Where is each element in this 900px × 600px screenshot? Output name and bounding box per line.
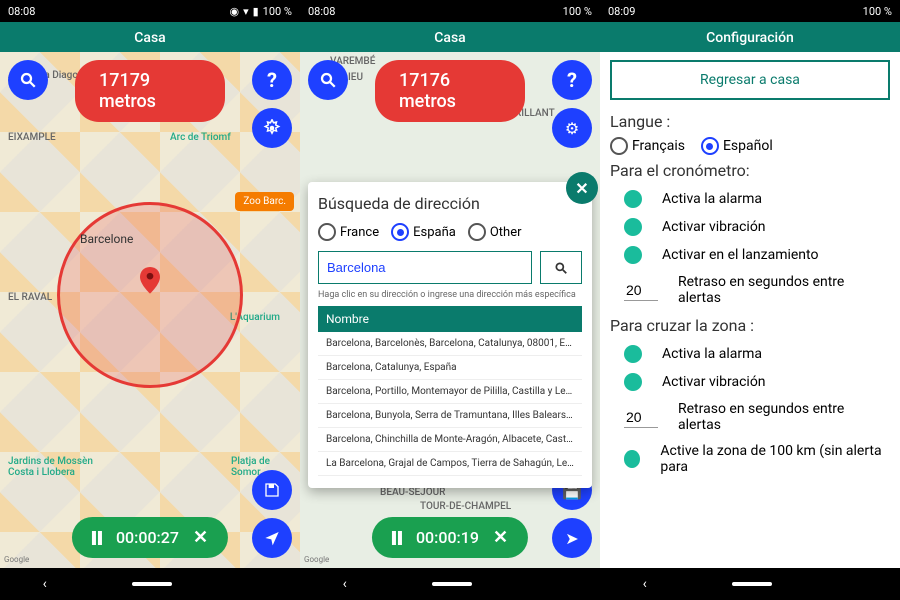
status-bar: 08:09 100 % [600, 0, 900, 22]
section-zone: Para cruzar la zona : [610, 316, 890, 335]
lang-radio-fr[interactable]: Français [610, 137, 685, 155]
delay-label: Retraso en segundos entre alertas [678, 401, 890, 433]
location-icon: ◉ [229, 5, 239, 18]
results-header: Nombre [318, 306, 582, 332]
pin-city-label: Barcelone [80, 232, 133, 246]
toggle-label: Activar vibración [662, 219, 766, 235]
android-nav-bar: ‹ [600, 568, 900, 600]
settings-button[interactable]: ⚙ [552, 108, 592, 148]
locate-button[interactable]: ➤ [552, 518, 592, 558]
result-item[interactable]: Barcelona, Portillo, Montemayor de Pilil… [318, 380, 582, 404]
timer-close-icon[interactable]: ✕ [193, 527, 208, 548]
map-canvas[interactable]: EIXAMPLE EL RAVAL Arc de Triomf Avinguda… [0, 52, 300, 568]
result-item[interactable]: La Barcelona, Grajal de Campos, Tierra d… [318, 452, 582, 476]
battery-icon: ▮ [253, 5, 259, 18]
battery-pct: 100 % [563, 5, 592, 18]
screen-map-search: 08:08 100 % Casa CHANDIEU VALAIS MONTBRI… [300, 0, 600, 600]
distance-pill: 17179 metros [75, 60, 225, 122]
home-icon[interactable] [432, 582, 472, 586]
toggle-zone-vibration[interactable] [624, 373, 642, 391]
battery-pct: 100 % [863, 5, 892, 18]
poi-label: Arc de Triomf [170, 132, 231, 143]
toggle-label: Activar en el lanzamiento [662, 247, 818, 263]
address-search-dialog: ✕ Búsqueda de dirección France España Ot… [308, 182, 592, 488]
lang-radio-es[interactable]: Español [701, 137, 773, 155]
result-item[interactable]: Barcelona, Bunyola, Serra de Tramuntana,… [318, 404, 582, 428]
toggle-label: Activa la alarma [662, 346, 762, 362]
clock: 08:08 [8, 5, 35, 18]
screen-settings: 08:09 100 % Configuración Regresar a cas… [600, 0, 900, 600]
result-item[interactable]: Barcelona, Chinchilla de Monte-Aragón, A… [318, 428, 582, 452]
geofence-circle [57, 202, 243, 388]
timer-pill: 00:00:19 ✕ [372, 517, 528, 558]
map-attribution: Google [304, 555, 329, 564]
clock: 08:08 [308, 5, 335, 18]
toggle-label: Activa la alarma [662, 191, 762, 207]
result-item[interactable]: Barcelona, Barcelonès, Barcelona, Catalu… [318, 332, 582, 356]
settings-button[interactable] [252, 108, 292, 148]
delay-input[interactable] [624, 280, 658, 301]
toggle-alarm[interactable] [624, 190, 642, 208]
timer-value: 00:00:27 [116, 528, 179, 547]
timer-value: 00:00:19 [416, 528, 479, 547]
home-icon[interactable] [132, 582, 172, 586]
country-radio-other[interactable]: Other [468, 223, 522, 241]
toggle-zone-alarm[interactable] [624, 345, 642, 363]
return-home-button[interactable]: Regresar a casa [610, 60, 890, 100]
neighborhood-label: EL RAVAL [8, 292, 52, 303]
zone-delay-input[interactable] [624, 407, 658, 428]
back-icon[interactable]: ‹ [43, 576, 47, 592]
status-bar: 08:08 ◉ ▾ ▮ 100 % [0, 0, 300, 22]
locate-button[interactable] [252, 518, 292, 558]
dialog-title: Búsqueda de dirección [318, 194, 582, 213]
back-icon[interactable]: ‹ [643, 576, 647, 592]
poi-badge: Zoo Barc. [235, 192, 294, 211]
android-nav-bar: ‹ [0, 568, 300, 600]
dialog-close-button[interactable]: ✕ [566, 172, 598, 204]
pause-icon[interactable] [92, 531, 102, 545]
timer-close-icon[interactable]: ✕ [493, 527, 508, 548]
search-button[interactable] [308, 60, 348, 100]
toggle-100km[interactable] [624, 450, 640, 468]
wifi-icon: ▾ [243, 5, 249, 18]
neighborhood-label: BEAU-SÉJOUR [380, 487, 445, 498]
battery-pct: 100 % [263, 5, 292, 18]
search-button[interactable] [8, 60, 48, 100]
back-icon[interactable]: ‹ [343, 576, 347, 592]
country-radio-espana[interactable]: España [391, 223, 456, 241]
screen-map-home: 08:08 ◉ ▾ ▮ 100 % Casa EIXAMPLE EL RAVAL… [0, 0, 300, 600]
poi-label: Jardins de Mossèn Costa i Llobera [8, 456, 93, 478]
settings-panel: Regresar a casa Langue : Français Españo… [600, 52, 900, 568]
map-pin-icon [140, 267, 160, 295]
toggle-launch[interactable] [624, 246, 642, 264]
home-icon[interactable] [732, 582, 772, 586]
help-button[interactable]: ? [252, 60, 292, 100]
country-radio-france[interactable]: France [318, 223, 379, 241]
clock: 08:09 [608, 5, 635, 18]
timer-pill: 00:00:27 ✕ [72, 517, 228, 558]
neighborhood-label: EIXAMPLE [8, 132, 56, 143]
map-canvas[interactable]: CHANDIEU VALAIS MONTBRILLANT VAREMBÉ LES… [300, 52, 600, 568]
pause-icon[interactable] [392, 531, 402, 545]
delay-label: Retraso en segundos entre alertas [678, 274, 890, 306]
section-timer: Para el cronómetro: [610, 161, 890, 180]
help-button[interactable]: ? [552, 60, 592, 100]
distance-pill: 17176 metros [375, 60, 525, 122]
app-header: Configuración [600, 22, 900, 54]
search-hint: Haga clic en su dirección o ingrese una … [318, 290, 582, 300]
app-header: Casa [300, 22, 600, 54]
toggle-vibration[interactable] [624, 218, 642, 236]
address-input[interactable] [318, 251, 532, 284]
language-label: Langue : [610, 112, 890, 131]
toggle-label: Activar vibración [662, 374, 766, 390]
app-header: Casa [0, 22, 300, 54]
map-attribution: Google [4, 555, 29, 564]
result-item[interactable]: Barcelona, Catalunya, España [318, 356, 582, 380]
neighborhood-label: TOUR-DE-CHAMPEL [420, 501, 511, 512]
save-button[interactable] [252, 470, 292, 510]
android-nav-bar: ‹ [300, 568, 600, 600]
status-bar: 08:08 100 % [300, 0, 600, 22]
toggle-label: Active la zona de 100 km (sin alerta par… [660, 443, 890, 475]
address-search-button[interactable] [540, 251, 582, 284]
